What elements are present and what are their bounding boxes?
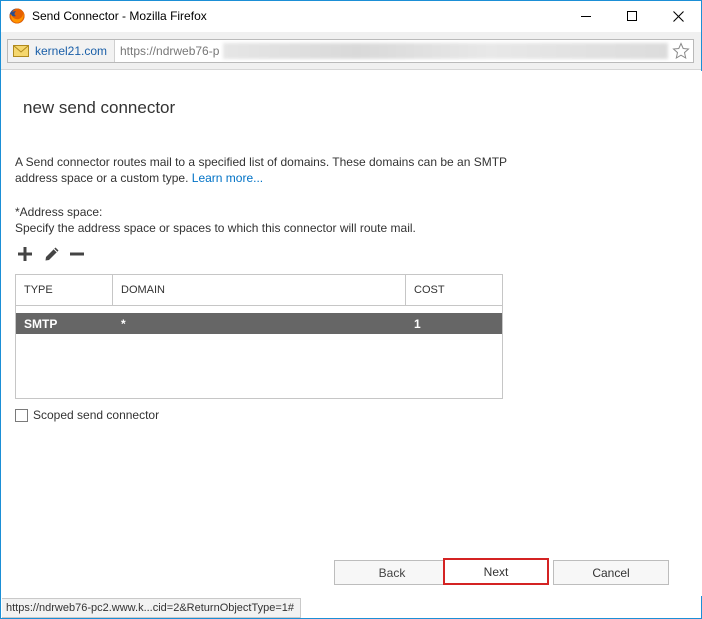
minimize-icon: [581, 16, 591, 17]
window-title: Send Connector - Mozilla Firefox: [32, 9, 207, 23]
back-button[interactable]: Back: [334, 560, 450, 585]
column-header-type[interactable]: TYPE: [16, 275, 113, 306]
site-identity-box[interactable]: kernel21.com: [8, 40, 115, 62]
url-bar[interactable]: kernel21.com https://ndrweb76-p: [7, 39, 694, 63]
envelope-icon: [13, 45, 29, 57]
address-space-grid: TYPE DOMAIN COST SMTP * 1: [15, 274, 503, 399]
cell-type: SMTP: [24, 317, 58, 331]
learn-more-link[interactable]: Learn more...: [192, 171, 263, 185]
next-button[interactable]: Next: [443, 558, 549, 585]
bookmark-star-icon[interactable]: [672, 42, 690, 60]
browser-window: Send Connector - Mozilla Firefox kernel2…: [0, 0, 702, 619]
url-redacted: [223, 43, 668, 59]
scoped-label[interactable]: Scoped send connector: [33, 408, 159, 422]
minimize-button[interactable]: [563, 1, 609, 31]
firefox-icon: [9, 8, 25, 24]
maximize-button[interactable]: [609, 1, 655, 31]
site-name: kernel21.com: [35, 44, 108, 58]
address-space-description: Specify the address space or spaces to w…: [15, 221, 416, 235]
navigation-bar: kernel21.com https://ndrweb76-p: [1, 32, 701, 70]
page-title: new send connector: [23, 98, 176, 117]
pencil-icon: [45, 247, 59, 261]
scoped-checkbox[interactable]: [15, 409, 28, 422]
column-header-domain[interactable]: DOMAIN: [113, 275, 406, 306]
cell-domain: *: [121, 317, 126, 331]
title-bar: Send Connector - Mozilla Firefox: [1, 1, 701, 32]
url-text: https://ndrweb76-p: [120, 44, 220, 58]
remove-button[interactable]: [67, 244, 87, 264]
maximize-icon: [627, 11, 637, 21]
close-icon: [672, 10, 684, 22]
page-content: new send connector A Send connector rout…: [2, 71, 702, 596]
table-row[interactable]: SMTP * 1: [16, 313, 502, 334]
edit-button[interactable]: [42, 244, 62, 264]
cancel-button[interactable]: Cancel: [553, 560, 669, 585]
cell-cost: 1: [414, 317, 421, 331]
close-button[interactable]: [655, 1, 701, 31]
minus-icon: [70, 252, 84, 256]
plus-icon: [18, 247, 32, 261]
column-header-cost[interactable]: COST: [406, 275, 502, 306]
add-button[interactable]: [15, 244, 35, 264]
status-bar: https://ndrweb76-pc2.www.k...cid=2&Retur…: [2, 598, 301, 618]
connector-description: A Send connector routes mail to a specif…: [15, 154, 515, 186]
address-space-label: *Address space:: [15, 205, 103, 219]
grid-header: TYPE DOMAIN COST: [16, 275, 502, 306]
